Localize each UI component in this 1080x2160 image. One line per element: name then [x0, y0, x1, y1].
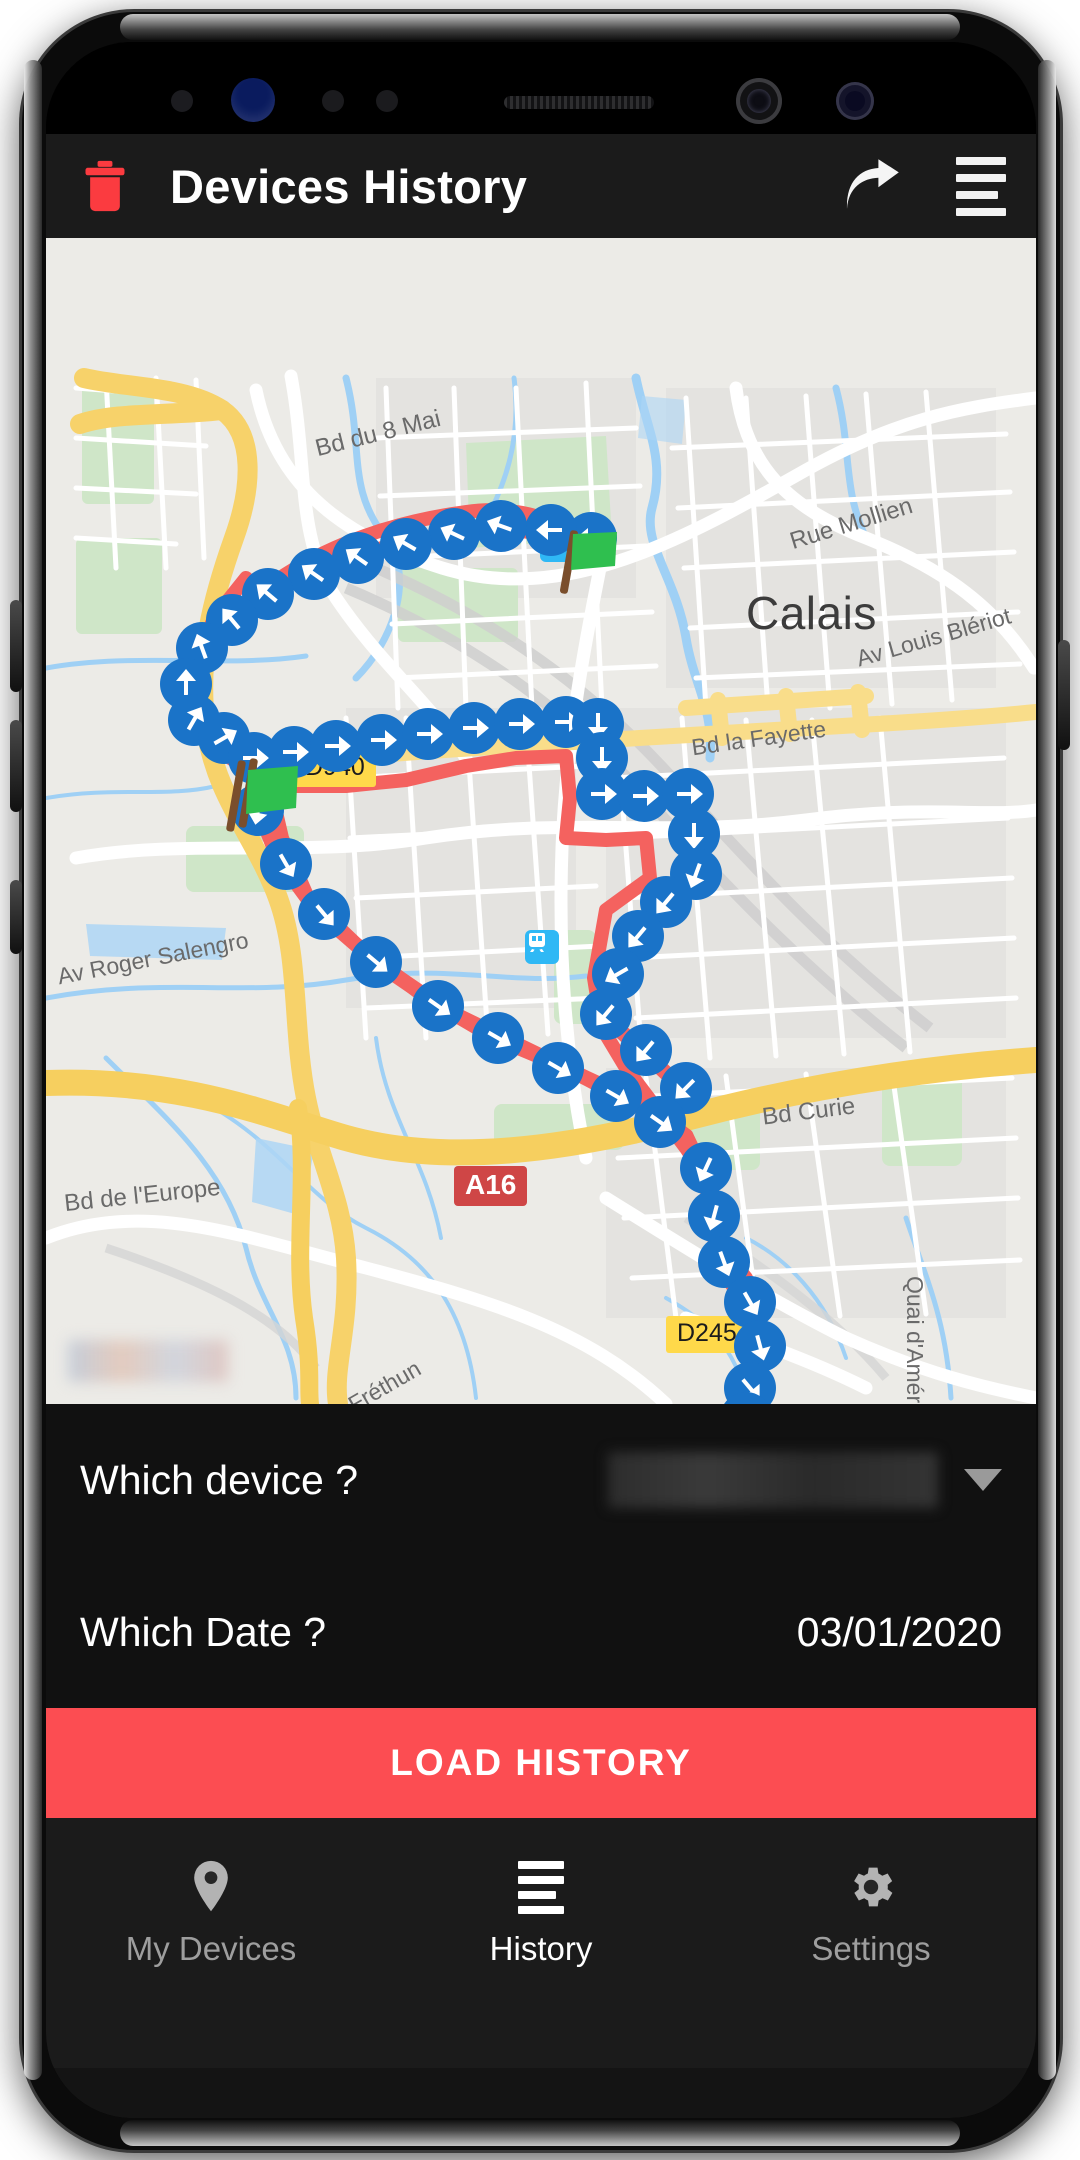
gear-icon — [844, 1856, 898, 1918]
date-value[interactable]: 03/01/2020 — [797, 1609, 1002, 1656]
list-icon — [518, 1856, 564, 1918]
map-attribution-watermark — [68, 1340, 228, 1382]
nav-item-my-devices[interactable]: My Devices — [46, 1856, 376, 1968]
nav-item-history[interactable]: History — [376, 1856, 706, 1968]
nav-label-settings: Settings — [811, 1930, 931, 1967]
hamburger-menu-icon — [956, 156, 1006, 216]
menu-button[interactable] — [926, 156, 1036, 216]
app-bar: Devices History — [46, 134, 1036, 238]
phone-edge-right — [1038, 60, 1056, 2080]
phone-screen: Devices History Bd du 8 Mai Rue Mollien … — [46, 42, 1036, 2118]
assistant-button[interactable] — [10, 880, 22, 954]
delete-history-button[interactable] — [46, 160, 164, 212]
load-history-button[interactable]: LOAD HISTORY — [46, 1708, 1036, 1818]
front-camera-icon — [736, 78, 782, 124]
history-filter-panel: Which device ? Which Date ? 03/01/2020 L… — [46, 1404, 1036, 1818]
page-title: Devices History — [170, 159, 528, 213]
phone-frame: Devices History Bd du 8 Mai Rue Mollien … — [0, 0, 1080, 2160]
green-flag-icon — [559, 530, 617, 594]
power-button[interactable] — [1058, 640, 1070, 750]
secondary-camera-icon — [836, 82, 874, 120]
phone-edge-bottom — [120, 2120, 960, 2146]
nav-label-my-devices: My Devices — [125, 1930, 297, 1967]
green-flag-icon — [226, 758, 298, 832]
volume-up-button[interactable] — [10, 600, 22, 692]
load-history-label: LOAD HISTORY — [390, 1742, 692, 1783]
phone-edge-top — [120, 14, 960, 40]
app-root: Devices History Bd du 8 Mai Rue Mollien … — [46, 134, 1036, 2118]
nav-item-settings[interactable]: Settings — [706, 1856, 1036, 1968]
device-select[interactable] — [608, 1452, 1002, 1508]
share-arrow-icon — [846, 159, 899, 209]
bottom-navigation: My Devices History Settings — [46, 1818, 1036, 2068]
device-label: Which device ? — [80, 1456, 359, 1503]
iris-scanner-icon — [231, 78, 275, 122]
led-indicator-icon — [376, 90, 398, 112]
share-button[interactable] — [818, 158, 926, 214]
nav-label-history: History — [489, 1930, 593, 1967]
date-label: Which Date ? — [80, 1608, 327, 1655]
location-pin-icon — [188, 1856, 234, 1918]
volume-down-button[interactable] — [10, 720, 22, 812]
device-filter-row: Which device ? — [46, 1404, 1036, 1556]
route-waypoint-markers — [160, 500, 786, 1404]
phone-edge-left — [24, 60, 42, 2080]
chevron-down-icon — [964, 1469, 1002, 1491]
light-sensor-icon — [322, 90, 344, 112]
proximity-sensor-icon — [171, 90, 193, 112]
device-select-value — [608, 1452, 938, 1508]
trash-icon — [85, 160, 125, 212]
earpiece-speaker — [504, 96, 654, 109]
map-view[interactable]: Bd du 8 Mai Rue Mollien Av Louis Blériot… — [46, 238, 1036, 1404]
date-filter-row[interactable]: Which Date ? 03/01/2020 — [46, 1556, 1036, 1708]
